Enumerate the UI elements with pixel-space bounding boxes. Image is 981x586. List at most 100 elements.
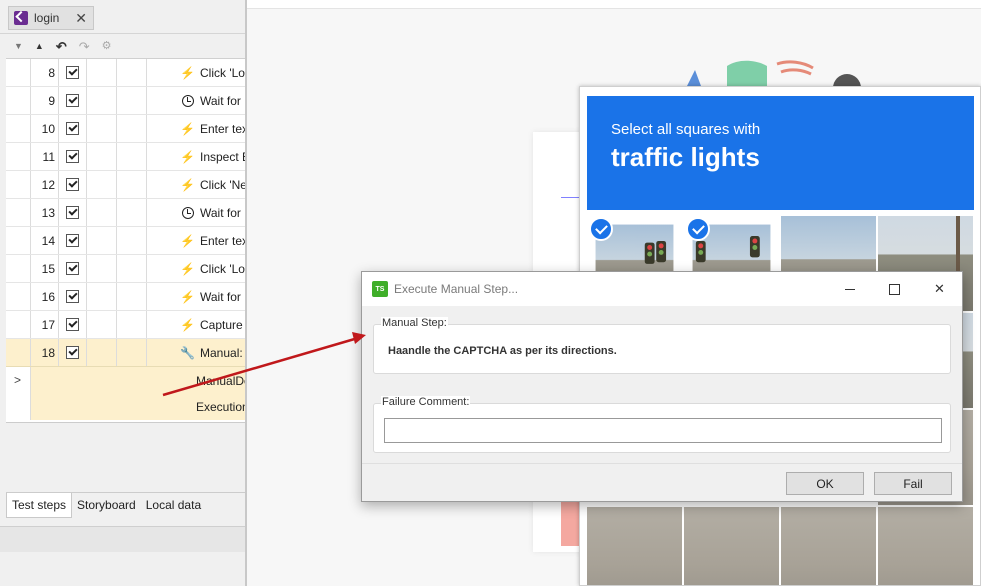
chevron-right-icon[interactable]: > [14,373,21,387]
dialog-titlebar[interactable]: TS Execute Manual Step... ✕ [362,272,962,306]
row-gutter [6,143,31,170]
captcha-tile[interactable] [781,507,876,585]
grid-cell [117,339,147,366]
table-row[interactable]: 8 ⚡ Click 'Lo [6,59,247,87]
table-row[interactable]: 15 ⚡ Click 'Lo [6,255,247,283]
grid-cell [117,283,147,310]
captcha-header: Select all squares with traffic lights [587,96,974,210]
lightning-icon: ⚡ [180,289,195,304]
step-action: ⚡ Click 'Ne [147,171,247,198]
captcha-tile[interactable] [878,507,973,585]
grid-cell [117,171,147,198]
detail-property-2: Execution [196,400,249,414]
grid-cell [87,255,117,282]
test-case-icon [14,11,28,25]
enabled-checkbox[interactable] [66,234,79,247]
step-action: 🔧 Manual: [147,339,247,366]
row-gutter [6,87,31,114]
enabled-checkbox[interactable] [66,150,79,163]
table-row[interactable]: 12 ⚡ Click 'Ne [6,171,247,199]
traffic-light-icon [656,240,667,263]
maximize-icon[interactable] [872,272,917,306]
tab-login[interactable]: login ✕ [8,6,94,30]
close-icon[interactable]: ✕ [917,272,962,306]
enabled-checkbox[interactable] [66,318,79,331]
clock-icon [181,206,194,219]
table-row[interactable]: 16 ⚡ Wait for [6,283,247,311]
minimize-icon[interactable] [827,272,872,306]
table-row[interactable]: 11 ⚡ Inspect E [6,143,247,171]
step-action-text: Wait for [200,205,241,220]
lightning-icon: ⚡ [180,65,195,80]
table-row[interactable]: 17 ⚡ Capture [6,311,247,339]
row-gutter [6,59,31,86]
table-row[interactable]: 9 Wait for [6,87,247,115]
step-action: ⚡ Enter tex [147,115,247,142]
traffic-light-icon [644,242,655,264]
table-row[interactable]: 13 Wait for [6,199,247,227]
grid-cell [117,255,147,282]
step-action: ⚡ Capture [147,311,247,338]
step-number: 8 [31,59,59,86]
captcha-tile[interactable] [587,507,682,585]
grid-cell [117,227,147,254]
enabled-checkbox[interactable] [66,346,79,359]
testsuite-logo-icon: TS [372,281,388,297]
step-action-text: Click 'Lo [200,261,245,276]
step-detail-row: > ManualDe Execution [6,366,251,420]
dialog-footer: OK Fail [362,463,962,501]
enabled-cell [59,283,87,310]
row-gutter [6,199,31,226]
detail-property-1: ManualDe [196,374,251,388]
enabled-cell [59,87,87,114]
step-action-text: Inspect E [200,149,247,164]
step-number: 18 [31,339,59,366]
row-gutter [6,171,31,198]
enabled-cell [59,227,87,254]
manual-step-group: Manual Step: Haandle the CAPTCHA as per … [373,317,951,374]
fail-button[interactable]: Fail [874,472,952,495]
lightning-icon: ⚡ [180,317,195,332]
step-number: 9 [31,87,59,114]
enabled-cell [59,339,87,366]
tab-storyboard[interactable]: Storyboard [72,493,141,518]
enabled-checkbox[interactable] [66,122,79,135]
editor-tabbar: login ✕ [0,0,247,34]
move-up-icon[interactable]: ▲ [35,41,44,51]
tab-label: login [34,11,60,25]
step-number: 14 [31,227,59,254]
step-action: ⚡ Inspect E [147,143,247,170]
undo-icon[interactable]: ↶ [56,40,67,53]
enabled-checkbox[interactable] [66,178,79,191]
captcha-instruction: Select all squares with [611,121,761,138]
close-icon[interactable]: ✕ [75,11,87,25]
hierarchy-icon[interactable]: ⚙ [102,40,112,52]
grid-cell [117,115,147,142]
tab-test-steps[interactable]: Test steps [6,493,73,518]
row-gutter [6,227,31,254]
enabled-checkbox[interactable] [66,94,79,107]
traffic-light-icon [749,236,760,258]
ok-button[interactable]: OK [786,472,864,495]
failure-comment-input[interactable] [384,418,942,443]
grid-cell [87,143,117,170]
dropdown-icon[interactable]: ▼ [14,41,23,51]
grid-cell [87,87,117,114]
redo-icon[interactable]: ↷ [79,40,90,53]
enabled-checkbox[interactable] [66,290,79,303]
enabled-checkbox[interactable] [66,66,79,79]
table-row[interactable]: 18 🔧 Manual: [6,339,247,367]
manual-step-text: Haandle the CAPTCHA as per its direction… [388,345,617,357]
tab-local-data[interactable]: Local data [141,493,206,518]
step-action-text: Click 'Ne [200,177,247,192]
lightning-icon: ⚡ [180,177,195,192]
table-row[interactable]: 14 ⚡ Enter tex [6,227,247,255]
enabled-checkbox[interactable] [66,262,79,275]
grid-cell [117,199,147,226]
enabled-checkbox[interactable] [66,206,79,219]
step-number: 12 [31,171,59,198]
captcha-tile[interactable] [684,507,779,585]
lower-pane [6,422,247,492]
grid-cell [87,199,117,226]
table-row[interactable]: 10 ⚡ Enter tex [6,115,247,143]
